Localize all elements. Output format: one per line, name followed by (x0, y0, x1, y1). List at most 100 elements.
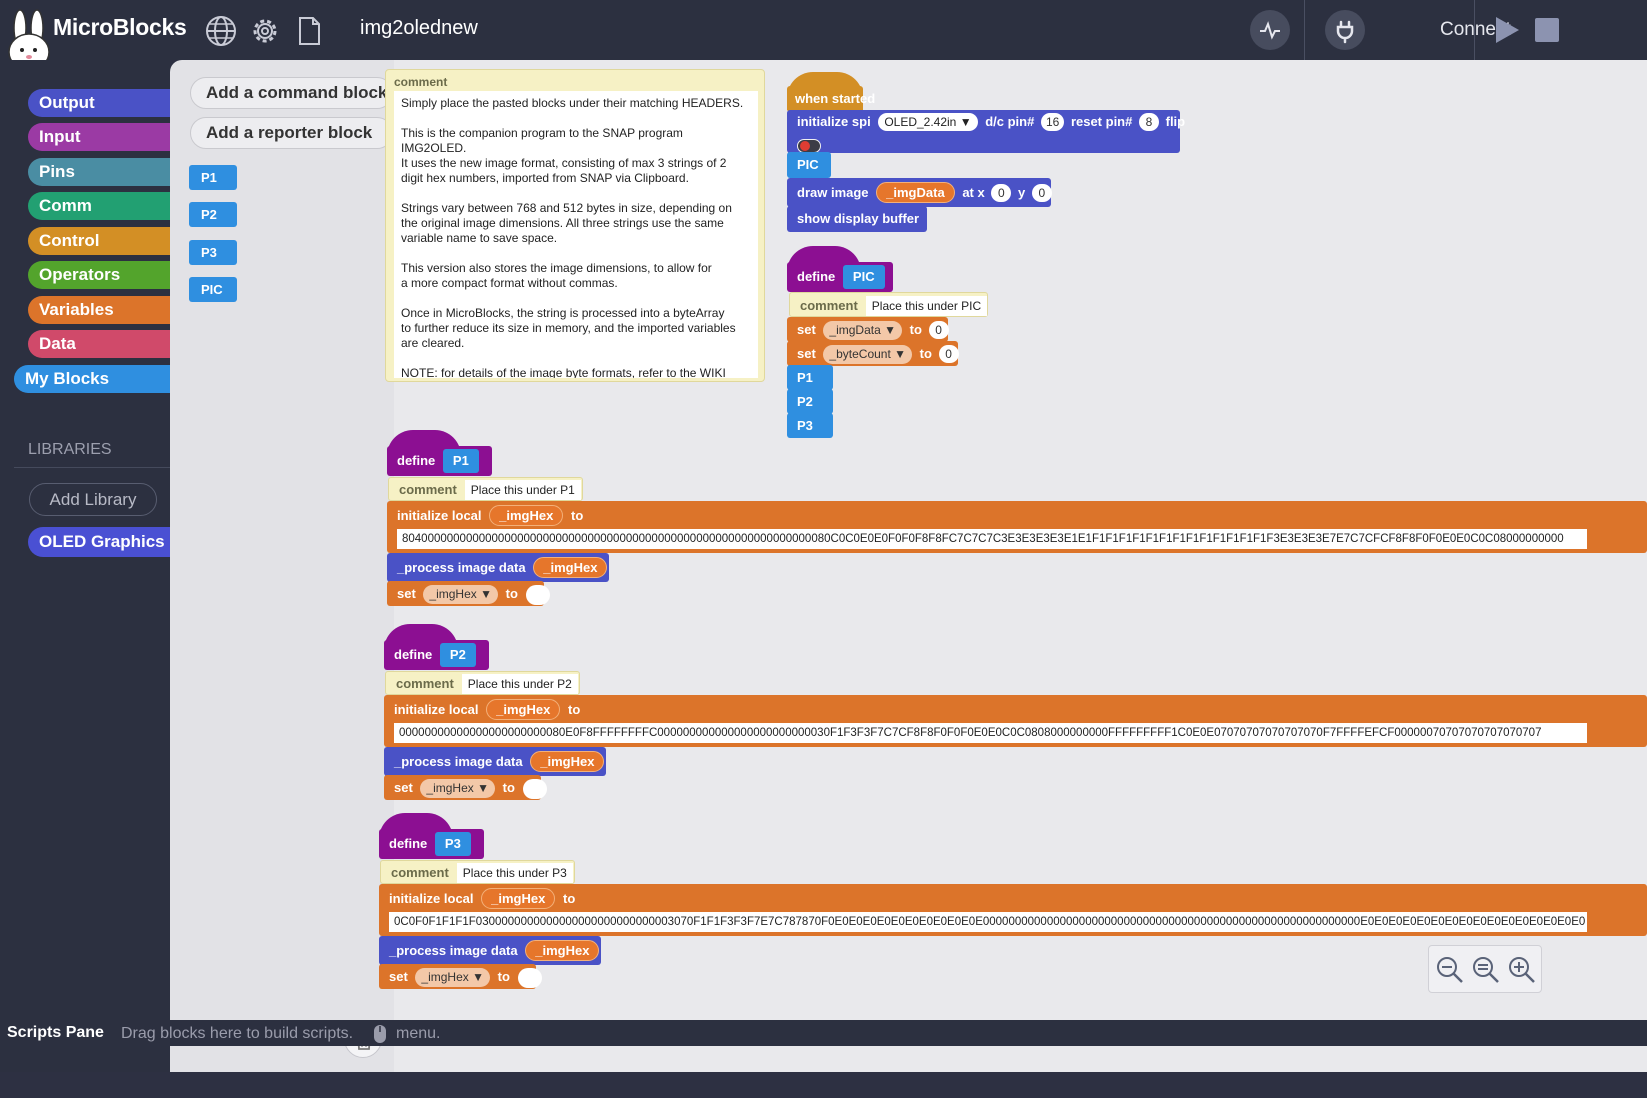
category-operators[interactable]: Operators (28, 261, 170, 289)
library-oled-graphics[interactable]: OLED Graphics (28, 527, 170, 557)
zoom-controls (1428, 945, 1542, 993)
p2-comment-block[interactable]: comment Place this under P2 (385, 671, 580, 695)
when-started-hat[interactable]: when started (787, 86, 875, 112)
show-display-buffer-block[interactable]: show display buffer (787, 206, 927, 232)
play-icon[interactable] (1494, 16, 1520, 44)
stop-icon[interactable] (1534, 17, 1560, 43)
add-library-button[interactable]: Add Library (29, 483, 157, 516)
zoom-out-icon[interactable] (1435, 955, 1465, 985)
category-variables[interactable]: Variables (28, 296, 170, 324)
process-label: _process image data (394, 754, 523, 769)
palette-block-p1[interactable]: P1 (189, 165, 237, 190)
initialize-spi-block[interactable]: initialize spi OLED_2.42in ▼ d/c pin# 16… (787, 110, 1185, 153)
define-p1-block[interactable]: define P1 (387, 446, 492, 476)
img-data-variable[interactable]: _imgData (876, 182, 955, 203)
p3-hex-string-input[interactable]: 0C0F0F1F1F1F0300000000000000000000000000… (389, 912, 1587, 932)
p3-comment-block[interactable]: comment Place this under P3 (380, 860, 575, 884)
define-p3-name: P3 (434, 832, 471, 856)
imghex-variable[interactable]: _imgHex (486, 699, 561, 720)
category-my-blocks[interactable]: My Blocks (14, 365, 170, 393)
comment-text[interactable]: Simply place the pasted blocks under the… (394, 91, 758, 378)
connect-plug-button[interactable] (1325, 10, 1365, 50)
add-command-block-button[interactable]: Add a command block (190, 77, 393, 109)
dc-pin-input[interactable]: 16 (1040, 113, 1065, 131)
p2-comment-text[interactable]: Place this under P2 (461, 674, 578, 694)
p3-set-imghex-block[interactable]: set _imgHex ▼ to (379, 964, 542, 989)
palette-block-p2[interactable]: P2 (189, 202, 237, 227)
pic-comment-block[interactable]: comment Place this under PIC (789, 292, 988, 317)
p1-init-local-block[interactable]: initialize local _imgHex to 804000000000… (387, 501, 1647, 553)
p2-set-imghex-block[interactable]: set _imgHex ▼ to (384, 775, 547, 800)
p1-process-image-block[interactable]: _process image data _imgHex (387, 553, 609, 582)
comment-label: comment (391, 865, 449, 880)
p3-call-block[interactable]: P3 (787, 413, 833, 438)
pic-call-block[interactable]: PIC (787, 152, 831, 178)
comment-block[interactable]: comment Simply place the pasted blocks u… (385, 69, 765, 382)
define-label: define (394, 647, 433, 662)
pic-comment-text[interactable]: Place this under PIC (865, 296, 988, 316)
define-pic-block[interactable]: define PIC (787, 262, 893, 292)
flip-toggle[interactable] (797, 138, 821, 153)
imghex-variable[interactable]: _imgHex (530, 751, 605, 772)
x-input[interactable]: 0 (991, 184, 1012, 202)
p1-hex-string-input[interactable]: 8040000000000000000000000000000000000000… (397, 529, 1587, 549)
reset-pin-input[interactable]: 8 (1138, 113, 1159, 131)
bytecount-value-input[interactable]: 0 (938, 345, 959, 363)
imghex-var-menu[interactable]: _imgHex ▼ (423, 585, 498, 604)
globe-icon[interactable] (204, 14, 238, 48)
init-local-label: initialize local (394, 702, 479, 717)
file-icon[interactable] (292, 14, 326, 48)
define-p3-block[interactable]: define P3 (379, 829, 484, 859)
zoom-reset-icon[interactable] (1471, 955, 1501, 985)
empty-value-input[interactable] (525, 584, 550, 605)
category-output[interactable]: Output (28, 89, 170, 117)
device-menu[interactable]: OLED_2.42in ▼ (878, 113, 978, 131)
category-control[interactable]: Control (28, 227, 170, 255)
p3-process-image-block[interactable]: _process image data _imgHex (379, 936, 601, 965)
category-input[interactable]: Input (28, 123, 170, 151)
p2-call-block[interactable]: P2 (787, 389, 833, 414)
p3-comment-text[interactable]: Place this under P3 (456, 863, 573, 883)
draw-image-block[interactable]: draw image _imgData at x 0 y 0 (787, 178, 1052, 207)
bytecount-var-menu[interactable]: _byteCount ▼ (823, 345, 913, 364)
zoom-in-icon[interactable] (1507, 955, 1537, 985)
graph-button[interactable] (1250, 10, 1290, 50)
category-data[interactable]: Data (28, 330, 170, 358)
add-reporter-block-button[interactable]: Add a reporter block (190, 117, 393, 149)
y-input[interactable]: 0 (1031, 184, 1052, 202)
to-label: to (562, 891, 576, 906)
imghex-variable[interactable]: _imgHex (481, 888, 556, 909)
define-label: define (797, 269, 836, 284)
imghex-var-menu[interactable]: _imgHex ▼ (420, 779, 495, 798)
palette-block-pic[interactable]: PIC (189, 277, 237, 302)
category-comm[interactable]: Comm (28, 192, 170, 220)
define-label: define (389, 836, 428, 851)
gear-icon[interactable] (248, 14, 282, 48)
define-p2-block[interactable]: define P2 (384, 640, 489, 670)
imgdata-value-input[interactable]: 0 (928, 321, 949, 339)
p1-call-block[interactable]: P1 (787, 365, 833, 390)
imgdata-var-menu[interactable]: _imgData ▼ (823, 321, 902, 340)
category-sidebar: Output Input Pins Comm Control Operators… (0, 60, 170, 1072)
reset-pin-label: reset pin# (1070, 114, 1133, 129)
set-bytecount-block[interactable]: set _byteCount ▼ to 0 (787, 341, 959, 366)
p2-hex-string-input[interactable]: 00000000000000000000000080E0F8FFFFFFFFC0… (394, 723, 1587, 743)
toolbar-separator (1304, 0, 1305, 60)
empty-value-input[interactable] (522, 778, 547, 799)
set-imgdata-block[interactable]: set _imgData ▼ to 0 (787, 317, 949, 342)
p1-set-imghex-block[interactable]: set _imgHex ▼ to (387, 581, 550, 606)
imghex-variable[interactable]: _imgHex (525, 940, 600, 961)
imghex-variable[interactable]: _imgHex (489, 505, 564, 526)
to-label: to (570, 508, 584, 523)
p3-init-local-block[interactable]: initialize local _imgHex to 0C0F0F1F1F1F… (379, 884, 1647, 936)
imghex-variable[interactable]: _imgHex (533, 557, 608, 578)
p2-init-local-block[interactable]: initialize local _imgHex to 000000000000… (384, 695, 1647, 747)
p1-comment-block[interactable]: comment Place this under P1 (388, 477, 583, 501)
p1-comment-text[interactable]: Place this under P1 (464, 480, 581, 500)
category-pins[interactable]: Pins (28, 158, 170, 186)
imghex-var-menu[interactable]: _imgHex ▼ (415, 968, 490, 987)
palette-block-p3[interactable]: P3 (189, 240, 237, 265)
p2-process-image-block[interactable]: _process image data _imgHex (384, 747, 606, 776)
process-label: _process image data (397, 560, 526, 575)
empty-value-input[interactable] (517, 967, 542, 988)
